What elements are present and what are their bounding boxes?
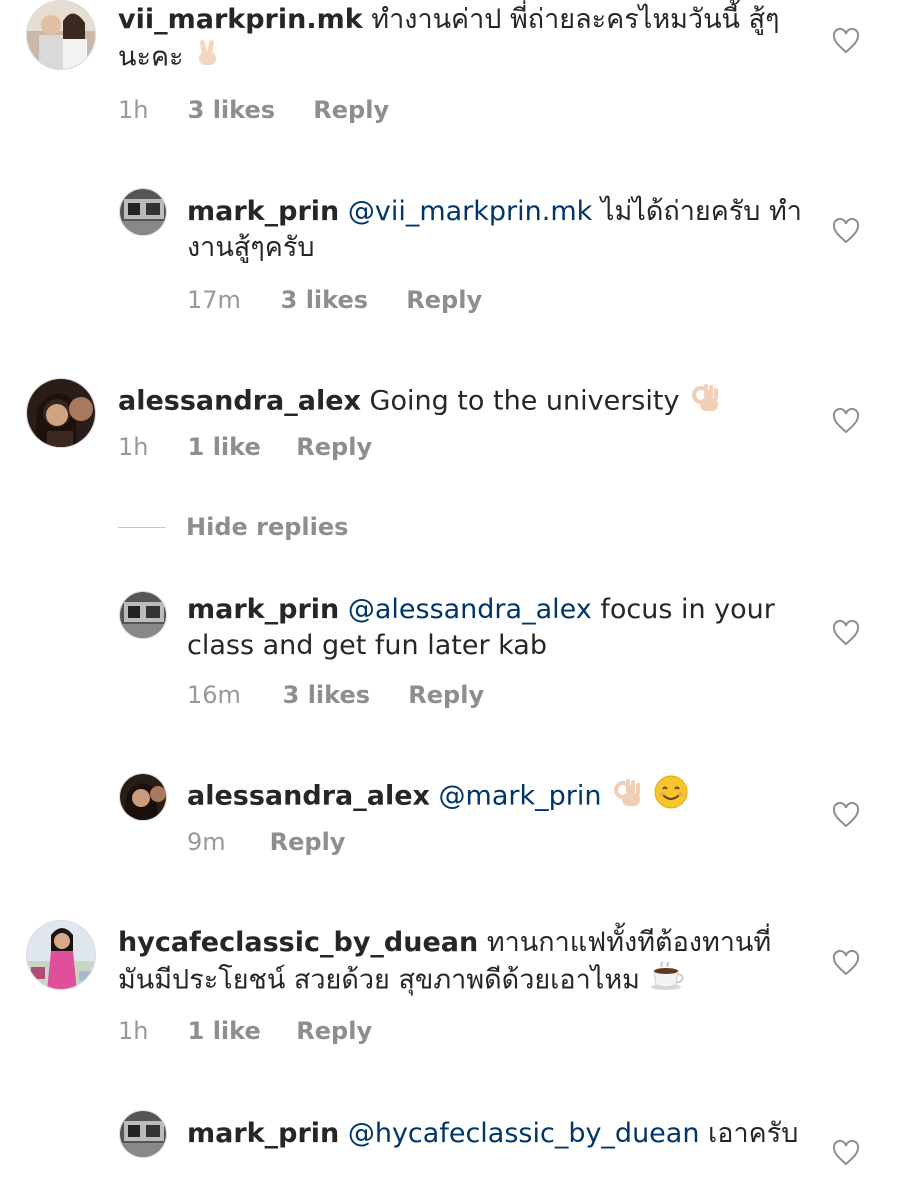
hide-replies-toggle[interactable]: Hide replies bbox=[118, 513, 348, 541]
comment-body: mark_prin @vii_markprin.mk ไม่ได้ถ่ายครั… bbox=[187, 194, 807, 266]
comment-meta: 17m 3 likes Reply bbox=[187, 286, 482, 314]
avatar-vii-markprin[interactable] bbox=[26, 0, 96, 70]
comment-time: 1h bbox=[118, 1017, 149, 1045]
comment-username[interactable]: vii_markprin.mk bbox=[118, 4, 363, 35]
comment-meta: 16m 3 likes Reply bbox=[187, 681, 484, 709]
comment-username[interactable]: mark_prin bbox=[187, 1118, 339, 1149]
comment-username[interactable]: mark_prin bbox=[187, 594, 339, 625]
reply-button[interactable]: Reply bbox=[270, 828, 346, 856]
mention-link[interactable]: @hycafeclassic_by_duean bbox=[348, 1118, 700, 1149]
comment-time: 1h bbox=[118, 96, 149, 124]
mention-link[interactable]: @vii_markprin.mk bbox=[348, 196, 592, 227]
mention-link[interactable]: @mark_prin bbox=[439, 781, 602, 812]
comment-likes[interactable]: 1 like bbox=[188, 1017, 289, 1045]
comment-meta: 9m Reply bbox=[187, 828, 345, 856]
comment-username[interactable]: mark_prin bbox=[187, 196, 339, 227]
comments-thread: vii_markprin.mk ทำงานค่าป พี่ถ่ายละครไหม… bbox=[0, 0, 907, 1200]
comment-username[interactable]: alessandra_alex bbox=[118, 386, 361, 417]
comment-likes[interactable]: 3 likes bbox=[283, 681, 401, 709]
comment-time: 1h bbox=[118, 433, 149, 461]
reply-button[interactable]: Reply bbox=[406, 286, 482, 314]
avatar-mark-prin[interactable] bbox=[119, 188, 167, 236]
comment-text: เอาครับ bbox=[708, 1118, 799, 1149]
comment-body: mark_prin @hycafeclassic_by_duean เอาครั… bbox=[187, 1116, 807, 1152]
comment-body: mark_prin @alessandra_alex focus in your… bbox=[187, 592, 807, 664]
comment-meta: 1h 1 like Reply bbox=[118, 1017, 372, 1045]
reply-button[interactable]: Reply bbox=[313, 96, 389, 124]
comment-body: alessandra_alex Going to the university bbox=[118, 380, 798, 424]
reply-button[interactable]: Reply bbox=[408, 681, 484, 709]
comment-time: 17m bbox=[187, 286, 241, 314]
reply-button[interactable]: Reply bbox=[296, 433, 372, 461]
comment-time: 9m bbox=[187, 828, 226, 856]
reply-button[interactable]: Reply bbox=[296, 1017, 372, 1045]
hide-replies-label[interactable]: Hide replies bbox=[186, 513, 348, 541]
comment-meta: 1h 1 like Reply bbox=[118, 433, 372, 461]
comment-likes[interactable]: 3 likes bbox=[188, 96, 306, 124]
avatar-alessandra-alex[interactable] bbox=[26, 378, 96, 448]
like-heart-icon[interactable] bbox=[832, 950, 860, 976]
hot-beverage-icon bbox=[649, 961, 685, 1001]
avatar-mark-prin[interactable] bbox=[119, 591, 167, 639]
comment-likes[interactable]: 1 like bbox=[188, 433, 289, 461]
like-heart-icon[interactable] bbox=[832, 620, 860, 646]
comment-meta: 1h 3 likes Reply bbox=[118, 96, 389, 124]
victory-hand-icon bbox=[192, 38, 222, 78]
comment-username[interactable]: alessandra_alex bbox=[187, 781, 430, 812]
comment-text: Going to the university bbox=[369, 385, 680, 417]
comment-time: 16m bbox=[187, 681, 241, 709]
like-heart-icon[interactable] bbox=[832, 218, 860, 244]
ok-hand-icon bbox=[610, 775, 644, 819]
avatar-hycafeclassic[interactable] bbox=[26, 920, 96, 990]
comment-body: vii_markprin.mk ทำงานค่าป พี่ถ่ายละครไหม… bbox=[118, 2, 798, 78]
comment-body: alessandra_alex @mark_prin bbox=[187, 774, 807, 820]
like-heart-icon[interactable] bbox=[832, 408, 860, 434]
mention-link[interactable]: @alessandra_alex bbox=[348, 594, 592, 625]
like-heart-icon[interactable] bbox=[832, 1140, 860, 1166]
ok-hand-icon bbox=[688, 380, 722, 424]
hide-replies-divider bbox=[118, 526, 166, 528]
like-heart-icon[interactable] bbox=[832, 28, 860, 54]
comment-likes[interactable]: 3 likes bbox=[281, 286, 399, 314]
comment-username[interactable]: hycafeclassic_by_duean bbox=[118, 927, 478, 958]
like-heart-icon[interactable] bbox=[832, 802, 860, 828]
comment-body: hycafeclassic_by_duean ทานกาแฟทั้งทีต้อง… bbox=[118, 925, 798, 1001]
avatar-alessandra-alex[interactable] bbox=[119, 773, 167, 821]
avatar-mark-prin[interactable] bbox=[119, 1110, 167, 1158]
smiling-face-icon bbox=[653, 774, 689, 820]
